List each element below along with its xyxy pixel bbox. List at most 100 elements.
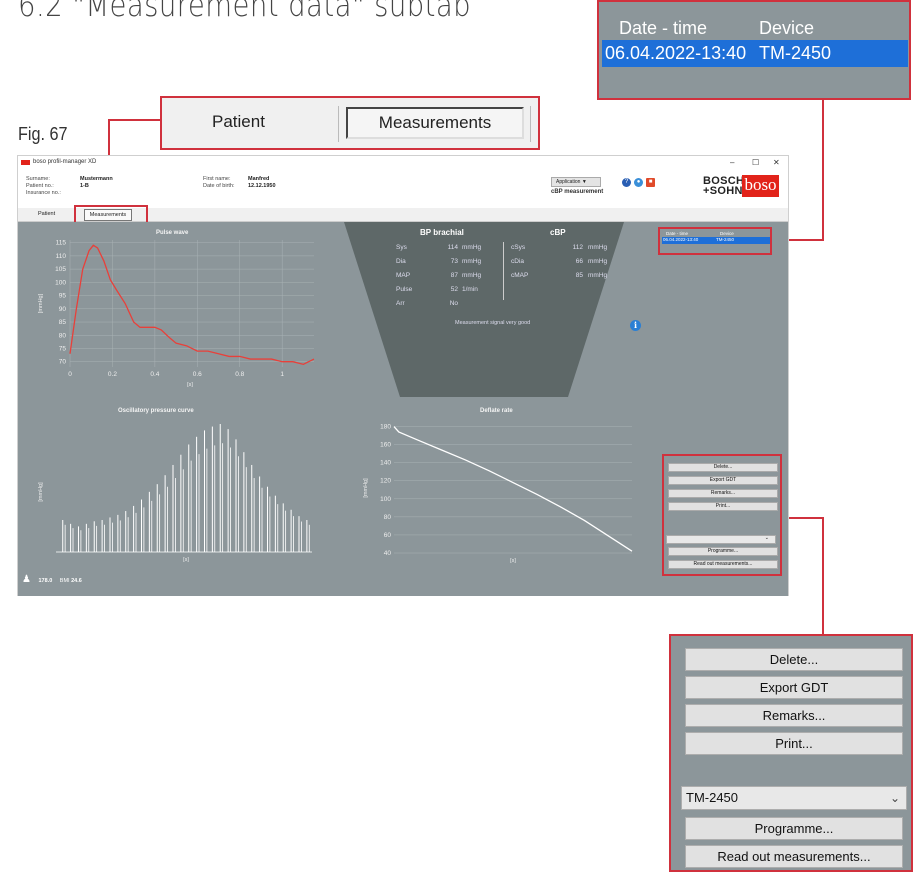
x-tick-label: 0.8: [235, 371, 244, 378]
y-axis-label: [mmHg]: [363, 478, 369, 498]
y-tick-label: 80: [384, 514, 392, 521]
x-tick-label: 0.6: [193, 371, 202, 378]
device-select[interactable]: TM-2450 ⌄: [681, 786, 907, 810]
x-tick-label: 1: [280, 371, 284, 378]
mini-col-date: Date - time: [666, 231, 689, 236]
application-dropdown[interactable]: Application ▼: [551, 177, 601, 187]
y-tick-label: 80: [59, 332, 67, 339]
x-tick-label: 0.2: [108, 371, 117, 378]
y-axis-label: [mmHg]: [38, 482, 44, 502]
print-button[interactable]: Print...: [685, 732, 903, 755]
surname-label: Surname:: [26, 176, 50, 182]
title-bar: boso profil-manager XD – ☐ ✕: [18, 156, 788, 170]
settings-icon[interactable]: ■: [646, 178, 655, 187]
y-tick-label: 110: [56, 253, 67, 260]
patient-footer: ♟ 178.0 BMI 24.6: [22, 574, 82, 585]
tab-patient[interactable]: Patient: [212, 112, 265, 132]
minimize-button[interactable]: –: [730, 158, 734, 167]
y-tick-label: 100: [380, 496, 391, 503]
chevron-down-icon: ⌄: [889, 791, 900, 805]
firstname-value: Manfred: [248, 176, 270, 182]
x-tick-label: 0: [68, 371, 72, 378]
insurance-label: Insurance no.:: [26, 190, 61, 196]
bmi-value: 24.6: [71, 578, 82, 584]
mini-delete-button[interactable]: Delete...: [668, 463, 778, 472]
y-tick-label: 180: [380, 424, 391, 431]
x-axis-label: [s]: [183, 557, 189, 563]
mini-row-date: 06.04.2022-13:40: [663, 237, 699, 242]
y-tick-label: 160: [380, 442, 391, 449]
col-header-device: Device: [759, 18, 815, 38]
patient-values: Mustermann 1-B: [80, 176, 113, 190]
row-date: 06.04.2022-13:40: [605, 43, 747, 63]
app-logo-icon: [21, 160, 30, 165]
patient-labels: Surname: Patient no.: Insurance no.:: [26, 176, 61, 197]
zoom-measurement-list: Date - time Device 06.04.2022-13:40 TM-2…: [597, 0, 911, 100]
section-heading: 6.2 "Measurement data" subtab: [18, 0, 472, 24]
y-tick-label: 40: [384, 550, 392, 557]
y-tick-label: 85: [59, 319, 67, 326]
remarks-button[interactable]: Remarks...: [685, 704, 903, 727]
mini-print-button[interactable]: Print...: [668, 502, 778, 511]
patient-no-label: Patient no.:: [26, 183, 54, 189]
y-tick-label: 100: [55, 279, 66, 286]
mode-label: cBP measurement: [551, 189, 604, 195]
tab-separator: [338, 106, 339, 142]
zoom-tabs: Patient Measurements: [160, 96, 540, 150]
device-select-value: TM-2450: [686, 790, 739, 805]
mini-row-device: TM-2450: [716, 237, 735, 242]
app-window: boso profil-manager XD – ☐ ✕ Surname: Pa…: [17, 155, 789, 596]
dob-label: Date of birth:: [203, 183, 235, 189]
mini-programme-button[interactable]: Programme...: [668, 547, 778, 556]
mini-measurement-row[interactable]: 06.04.2022-13:40 TM-2450: [662, 237, 770, 244]
bmi-label: BMI: [59, 578, 70, 584]
mini-device-select[interactable]: ⌄: [666, 535, 776, 544]
height-value: 178.0: [38, 578, 53, 584]
chevron-down-icon: ⌄: [764, 535, 769, 541]
person-values: Manfred 12.12.1950: [248, 176, 276, 190]
mini-remarks-button[interactable]: Remarks...: [668, 489, 778, 498]
figure-label: Fig. 67: [18, 124, 68, 144]
y-tick-label: 120: [380, 478, 391, 485]
surname-value: Mustermann: [80, 176, 113, 182]
person-icon: ♟: [22, 574, 31, 585]
programme-button[interactable]: Programme...: [685, 817, 903, 840]
tab-separator: [530, 106, 531, 142]
osc-curve-chart: [s] [mmHg]: [38, 424, 312, 563]
pulse-wave-chart: 70 75 80 85 90 95 100 105 110 115 0 0.2 0.4 0.6 0.8 1 [s…: [38, 240, 315, 388]
firstname-label: First name:: [203, 176, 231, 182]
callout-line: [822, 100, 824, 240]
delete-button[interactable]: Delete...: [685, 648, 903, 671]
mini-read-out-button[interactable]: Read out measurements...: [668, 560, 778, 569]
y-tick-label: 75: [59, 345, 67, 352]
boso-logo: boso: [742, 175, 779, 197]
y-tick-label: 60: [384, 532, 392, 539]
help-icon[interactable]: ?: [622, 178, 631, 187]
button-callout-box: [662, 454, 782, 576]
person-labels: First name: Date of birth:: [203, 176, 235, 190]
measurement-panel: BP brachial cBP Sys 114 mmHg cSys 112 mmHg Dia…: [18, 222, 788, 596]
y-tick-label: 140: [380, 460, 391, 467]
dob-value: 12.12.1950: [248, 183, 276, 189]
tab-measurements[interactable]: Measurements: [346, 107, 524, 139]
export-gdt-button[interactable]: Export GDT: [685, 676, 903, 699]
col-header-date: Date - time: [619, 18, 708, 38]
mini-export-button[interactable]: Export GDT: [668, 476, 778, 485]
charts-svg: 70 75 80 85 90 95 100 105 110 115 0 0.2 0.4 0.6 0.8 1 [s…: [38, 240, 633, 564]
patient-no-value: 1-B: [80, 183, 89, 189]
globe-icon[interactable]: ●: [634, 178, 643, 187]
y-axis-label: [mmHg]: [38, 293, 44, 313]
brand-line-2: +SOHN: [703, 185, 743, 197]
x-axis-label: [s]: [187, 382, 193, 388]
tab-patient-small[interactable]: Patient: [38, 211, 55, 217]
measurement-list: Date - time Device 06.04.2022-13:40 TM-2…: [658, 227, 772, 255]
mini-col-device: Device: [720, 231, 734, 236]
measurement-row[interactable]: 06.04.2022-13:40 TM-2450: [602, 40, 908, 67]
x-axis-label: [s]: [510, 558, 516, 564]
close-button[interactable]: ✕: [773, 158, 780, 167]
deflate-series: [393, 426, 633, 552]
zoom-action-buttons: Delete... Export GDT Remarks... Print...…: [669, 634, 913, 872]
read-out-button[interactable]: Read out measurements...: [685, 845, 903, 868]
maximize-button[interactable]: ☐: [752, 158, 759, 167]
y-tick-label: 115: [56, 240, 67, 247]
